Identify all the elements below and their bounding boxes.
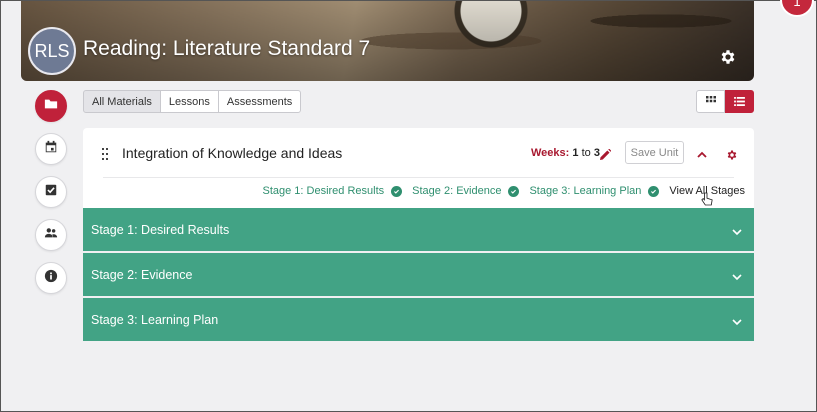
tab-assessments[interactable]: Assessments <box>217 90 302 113</box>
list-icon <box>734 93 745 111</box>
weeks-range: Weeks: 1 to 3 <box>531 147 600 159</box>
divider <box>103 177 734 178</box>
grid-icon <box>705 93 716 111</box>
unit-card: Integration of Knowledge and Ideas Weeks… <box>83 128 754 208</box>
info-icon <box>44 269 58 288</box>
section-title: Stage 2: Evidence <box>91 267 193 282</box>
stage-link-3[interactable]: Stage 3: Learning Plan <box>529 185 660 197</box>
stage-1-section[interactable]: Stage 1: Desired Results <box>83 208 754 251</box>
tab-all-materials[interactable]: All Materials <box>83 90 161 113</box>
hand-cursor-icon <box>701 192 715 208</box>
chevron-down-icon <box>732 315 742 326</box>
section-title: Stage 3: Learning Plan <box>91 312 219 327</box>
tab-lessons[interactable]: Lessons <box>159 90 219 113</box>
list-view-button[interactable] <box>725 90 754 113</box>
rail-people-button[interactable] <box>35 219 67 251</box>
save-unit-button[interactable]: Save Unit <box>625 141 684 164</box>
rail-tasks-button[interactable] <box>35 176 67 208</box>
rail-folder-button[interactable] <box>35 90 67 122</box>
calendar-icon <box>44 140 58 159</box>
avatar: RLS <box>28 27 76 75</box>
rail-calendar-button[interactable] <box>35 133 67 165</box>
page-title: Reading: Literature Standard 7 <box>83 37 371 60</box>
check-circle-icon <box>648 185 660 197</box>
folder-icon <box>44 97 58 116</box>
stage-3-section[interactable]: Stage 3: Learning Plan <box>83 298 754 341</box>
section-title: Stage 1: Desired Results <box>91 222 230 237</box>
stage-2-section[interactable]: Stage 2: Evidence <box>83 253 754 296</box>
chevron-up-icon[interactable] <box>697 147 707 158</box>
material-tabs: All Materials Lessons Assessments <box>83 90 302 113</box>
stage-link-1[interactable]: Stage 1: Desired Results <box>262 185 403 197</box>
chevron-down-icon <box>732 270 742 281</box>
grid-view-button[interactable] <box>696 90 725 113</box>
gear-icon[interactable] <box>726 148 738 160</box>
gear-icon[interactable] <box>719 48 737 66</box>
unit-title: Integration of Knowledge and Ideas <box>122 145 343 161</box>
people-icon <box>44 226 58 245</box>
rail-info-button[interactable] <box>35 262 67 294</box>
drag-handle-icon[interactable] <box>102 147 108 160</box>
stages-nav: Stage 1: Desired Results Stage 2: Eviden… <box>252 185 745 197</box>
stage-link-2[interactable]: Stage 2: Evidence <box>412 185 520 197</box>
checkbox-icon <box>44 183 58 202</box>
chevron-down-icon <box>732 225 742 236</box>
edit-pencil-icon[interactable] <box>600 147 612 160</box>
view-toggle <box>696 90 754 113</box>
check-circle-icon <box>391 185 403 197</box>
check-circle-icon <box>508 185 520 197</box>
notification-badge[interactable]: 1 <box>780 0 814 17</box>
